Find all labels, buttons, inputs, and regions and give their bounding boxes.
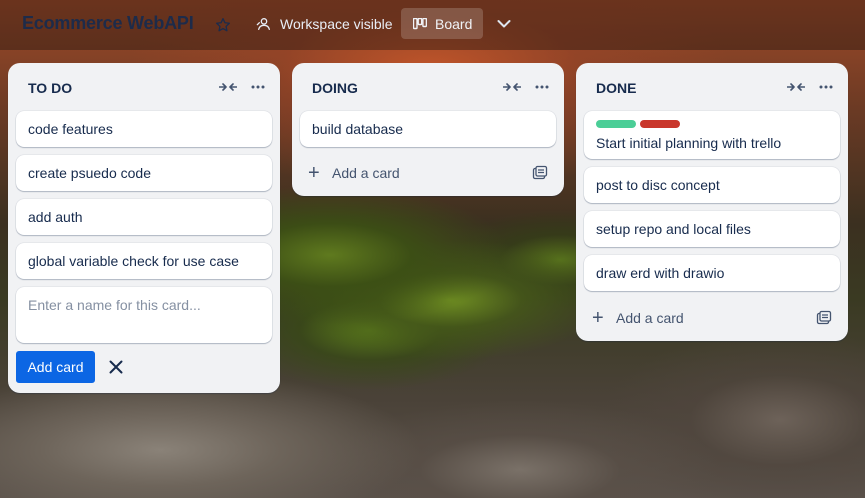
more-horizontal-icon — [819, 85, 833, 89]
card-title: draw erd with drawio — [596, 265, 725, 281]
visibility-button[interactable]: Workspace visible — [248, 10, 401, 38]
more-horizontal-icon — [251, 85, 265, 89]
list-title[interactable]: TO DO — [28, 80, 72, 96]
star-button[interactable] — [210, 12, 236, 38]
add-card-label: Add a card — [616, 310, 684, 326]
card-title: code features — [28, 121, 113, 137]
card[interactable]: global variable check for use case — [16, 243, 272, 279]
list-actions-button[interactable] — [814, 77, 838, 97]
card-title: Start initial planning with trello — [596, 135, 782, 151]
label-red[interactable] — [640, 120, 680, 128]
list-header: TO DO — [8, 63, 280, 111]
collapse-icon — [503, 83, 521, 91]
list-title[interactable]: DONE — [596, 80, 636, 96]
collapse-icon — [787, 83, 805, 91]
more-horizontal-icon — [535, 85, 549, 89]
list-doing: DOING build database + Add a card — [292, 63, 564, 196]
create-from-template-icon[interactable] — [532, 165, 548, 181]
collapse-icon — [219, 83, 237, 91]
board-title[interactable]: Ecommerce WebAPI — [22, 13, 194, 34]
board-icon — [413, 17, 427, 29]
add-card-button[interactable]: Add card — [16, 351, 95, 383]
card-title: create psuedo code — [28, 165, 151, 181]
cancel-composer-button[interactable] — [104, 355, 128, 379]
card-title: setup repo and local files — [596, 221, 751, 237]
list-todo: TO DO code features create psuedo code a… — [8, 63, 280, 393]
list-header: DONE — [576, 63, 848, 111]
list-header: DOING — [292, 63, 564, 111]
card-title: add auth — [28, 209, 83, 225]
card[interactable]: Start initial planning with trello — [584, 111, 840, 159]
collapse-list-button[interactable] — [784, 77, 808, 97]
close-icon — [109, 360, 123, 374]
card-title: global variable check for use case — [28, 253, 239, 269]
board-view-label: Board — [435, 15, 473, 32]
plus-icon: + — [592, 307, 604, 329]
label-green[interactable] — [596, 120, 636, 128]
card[interactable]: setup repo and local files — [584, 211, 840, 247]
view-switcher-button[interactable] — [492, 12, 516, 36]
board-view-button[interactable]: Board — [401, 8, 483, 39]
card[interactable]: create psuedo code — [16, 155, 272, 191]
card[interactable]: code features — [16, 111, 272, 147]
list-actions-button[interactable] — [530, 77, 554, 97]
card-title: post to disc concept — [596, 177, 720, 193]
visibility-label: Workspace visible — [280, 16, 393, 32]
star-outline-icon — [216, 18, 230, 32]
card[interactable]: post to disc concept — [584, 167, 840, 203]
create-from-template-icon[interactable] — [816, 310, 832, 326]
card-name-input[interactable] — [16, 287, 272, 343]
plus-icon: + — [308, 162, 320, 184]
board-header: Ecommerce WebAPI Workspace visible Board — [0, 0, 865, 50]
chevron-down-icon — [497, 20, 511, 28]
card-labels — [596, 120, 680, 128]
card[interactable]: draw erd with drawio — [584, 255, 840, 291]
people-icon — [256, 18, 270, 30]
add-card-label: Add a card — [332, 165, 400, 181]
card[interactable]: build database — [300, 111, 556, 147]
list-title[interactable]: DOING — [312, 80, 358, 96]
add-card-row[interactable]: + Add a card — [300, 157, 556, 189]
list-actions-button[interactable] — [246, 77, 270, 97]
collapse-list-button[interactable] — [216, 77, 240, 97]
card[interactable]: add auth — [16, 199, 272, 235]
card-title: build database — [312, 121, 404, 137]
collapse-list-button[interactable] — [500, 77, 524, 97]
add-card-row[interactable]: + Add a card — [584, 302, 840, 334]
list-done: DONE Start initial planning with trello … — [576, 63, 848, 341]
